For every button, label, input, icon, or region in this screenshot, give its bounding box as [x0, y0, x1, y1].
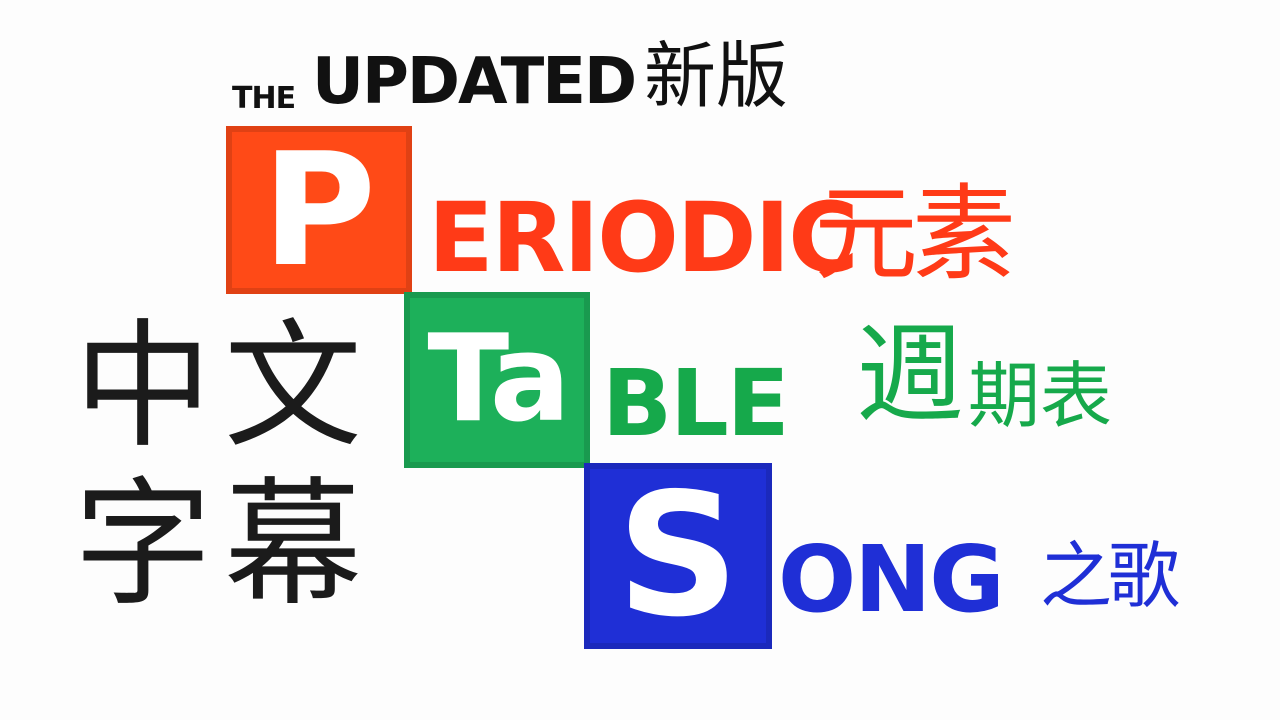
subtitle-char: 文 [223, 306, 362, 467]
word-table-chinese-rest: 期表 [968, 354, 1113, 438]
word-song-chinese: 之歌 [1040, 534, 1180, 618]
tile-s-letter: S [616, 457, 740, 655]
chinese-subtitles-label: 中 文 字 幕 [68, 318, 368, 614]
word-periodic-chinese: 元素 [814, 173, 1016, 295]
title-updated-chinese: 新版 [644, 34, 789, 118]
word-ong: ONG [778, 526, 1005, 633]
word-ble: BLE [602, 350, 790, 457]
title-the: THE [232, 81, 296, 116]
word-table-chinese-first: 週 [856, 313, 965, 438]
tile-p-letter: P [261, 119, 377, 301]
subtitle-char: 中 [73, 306, 212, 467]
element-tile-s: S [584, 463, 772, 649]
title-updated: UPDATED [312, 45, 637, 119]
subtitle-char: 幕 [223, 464, 362, 625]
subtitle-char: 字 [73, 464, 212, 625]
element-tile-ta: Ta [404, 292, 590, 468]
element-tile-p: P [226, 126, 412, 294]
tile-ta-letters: Ta [427, 310, 570, 449]
thumbnail-canvas: THE UPDATED 新版 P ERIODIC 元素 Ta BLE 週 期表 … [0, 0, 1280, 720]
word-eriodic: ERIODIC [428, 182, 859, 294]
